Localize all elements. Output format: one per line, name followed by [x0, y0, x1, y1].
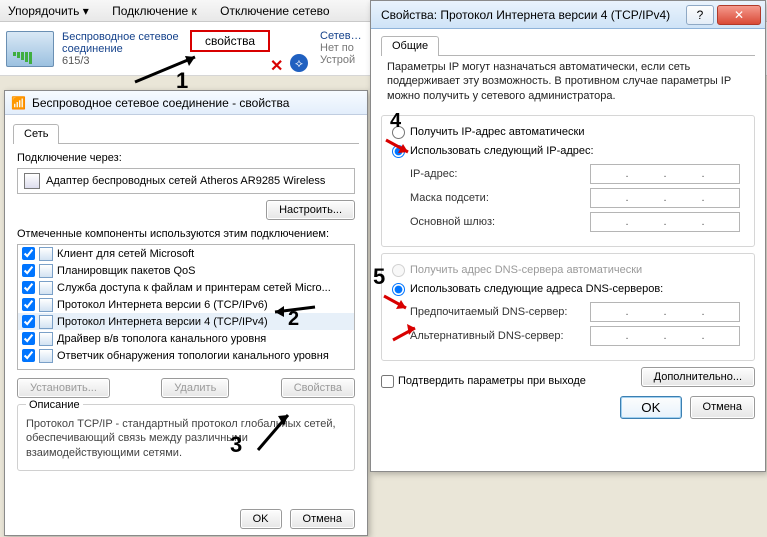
checkbox[interactable] [22, 349, 35, 362]
configure-button[interactable]: Настроить... [266, 200, 355, 220]
subnet-mask-row: Маска подсети: ... [410, 188, 744, 208]
signal-bars-icon [13, 52, 32, 64]
list-item[interactable]: Служба доступа к файлам и принтерам сете… [18, 279, 354, 296]
bluetooth-icon: ⟡ [290, 54, 308, 72]
component-icon [39, 315, 53, 329]
remove-button[interactable]: Удалить [161, 378, 229, 398]
radio[interactable] [392, 145, 405, 158]
window-title: Свойства: Протокол Интернета версии 4 (T… [381, 8, 670, 22]
dns2-label: Альтернативный DNS-сервер: [410, 330, 582, 342]
gateway-label: Основной шлюз: [410, 216, 582, 228]
radio-auto-ip[interactable]: Получить IP-адрес автоматически [392, 126, 744, 139]
component-icon [39, 247, 53, 261]
checkbox[interactable] [22, 264, 35, 277]
checkbox[interactable] [22, 247, 35, 260]
list-item[interactable]: Планировщик пакетов QoS [18, 262, 354, 279]
mask-label: Маска подсети: [410, 192, 582, 204]
ok-button[interactable]: OK [240, 509, 282, 529]
description-group: Описание Протокол TCP/IP - стандартный п… [17, 404, 355, 471]
advanced-button[interactable]: Дополнительно... [641, 367, 755, 387]
radio-auto-dns: Получить адрес DNS-сервера автоматически [392, 264, 744, 277]
radio-manual-ip[interactable]: Использовать следующий IP-адрес: [392, 145, 744, 158]
connection-properties-window: 📶 Беспроводное сетевое соединение - свой… [4, 90, 368, 536]
cancel-button[interactable]: Отмена [690, 396, 755, 419]
toolbar-organize[interactable]: Упорядочить ▾ [8, 4, 89, 18]
ip-address-group: Получить IP-адрес автоматически Использо… [381, 115, 755, 247]
wireless-adapter-icon [6, 31, 54, 67]
ip-address-input[interactable]: ... [590, 164, 740, 184]
toolbar-disconnect[interactable]: Отключение сетево [220, 4, 329, 18]
window-title: Беспроводное сетевое соединение - свойст… [32, 96, 290, 110]
checkbox[interactable] [22, 332, 35, 345]
checkbox[interactable] [22, 315, 35, 328]
component-icon [39, 298, 53, 312]
tab-strip: Общие [381, 35, 755, 56]
alt-dns-row: Альтернативный DNS-сервер: ... [410, 326, 744, 346]
checkbox[interactable] [381, 375, 394, 388]
description-text: Протокол TCP/IP - стандартный протокол г… [26, 417, 346, 460]
checkbox[interactable] [22, 298, 35, 311]
ok-button[interactable]: OK [620, 396, 681, 419]
component-icon [39, 264, 53, 278]
gateway-row: Основной шлюз: ... [410, 212, 744, 232]
adapter-field: Адаптер беспроводных сетей Atheros AR928… [17, 168, 355, 194]
adapter-icon [24, 173, 40, 189]
description-label: Описание [26, 399, 83, 411]
window-titlebar: 📶 Беспроводное сетевое соединение - свой… [5, 91, 367, 115]
ip-label: IP-адрес: [410, 168, 582, 180]
confirm-on-exit[interactable]: Подтвердить параметры при выходе [381, 375, 586, 388]
ip-address-row: IP-адрес: ... [410, 164, 744, 184]
properties-button[interactable]: Свойства [281, 378, 355, 398]
radio-manual-dns[interactable]: Использовать следующие адреса DNS-сервер… [392, 283, 744, 296]
gateway-input[interactable]: ... [590, 212, 740, 232]
network-connection-item-2: Сетев… Нет по Устрой [320, 30, 362, 66]
radio [392, 264, 405, 277]
install-button[interactable]: Установить... [17, 378, 110, 398]
connect-via-label: Подключение через: [17, 152, 359, 164]
radio[interactable] [392, 126, 405, 139]
toolbar-connect[interactable]: Подключение к [112, 4, 197, 18]
component-icon [39, 281, 53, 295]
preferred-dns-row: Предпочитаемый DNS-сервер: ... [410, 302, 744, 322]
ipv4-properties-window: Свойства: Протокол Интернета версии 4 (T… [370, 0, 766, 472]
wireless-icon: 📶 [11, 96, 26, 110]
help-button[interactable]: ? [686, 5, 714, 25]
redbox-properties: свойства [190, 30, 270, 52]
adapter-name: Адаптер беспроводных сетей Atheros AR928… [46, 175, 325, 187]
component-icon [39, 332, 53, 346]
window-titlebar: Свойства: Протокол Интернета версии 4 (T… [371, 1, 765, 29]
list-item[interactable]: Драйвер в/в тополога канального уровня [18, 330, 354, 347]
close-icon[interactable]: ✕ [270, 56, 283, 76]
list-item[interactable]: Протокол Интернета версии 6 (TCP/IPv6) [18, 296, 354, 313]
list-item-ipv4[interactable]: Протокол Интернета версии 4 (TCP/IPv4) [18, 313, 354, 330]
components-label: Отмеченные компоненты используются этим … [17, 228, 359, 240]
tab-network[interactable]: Сеть [13, 124, 59, 144]
checkbox[interactable] [22, 281, 35, 294]
connection-label: Беспроводное сетевое соединение 615/3 [62, 31, 179, 67]
list-item[interactable]: Ответчик обнаружения топологии канальног… [18, 347, 354, 364]
preferred-dns-input[interactable]: ... [590, 302, 740, 322]
tab-strip: Сеть [13, 123, 359, 144]
list-item[interactable]: Клиент для сетей Microsoft [18, 245, 354, 262]
cancel-button[interactable]: Отмена [290, 509, 355, 529]
component-icon [39, 349, 53, 363]
alt-dns-input[interactable]: ... [590, 326, 740, 346]
tab-general[interactable]: Общие [381, 36, 439, 56]
subnet-mask-input[interactable]: ... [590, 188, 740, 208]
components-list[interactable]: Клиент для сетей Microsoft Планировщик п… [17, 244, 355, 370]
dns1-label: Предпочитаемый DNS-сервер: [410, 306, 582, 318]
info-text: Параметры IP могут назначаться автоматич… [381, 56, 755, 109]
radio[interactable] [392, 283, 405, 296]
close-button[interactable]: ✕ [717, 5, 761, 25]
dns-group: Получить адрес DNS-сервера автоматически… [381, 253, 755, 361]
